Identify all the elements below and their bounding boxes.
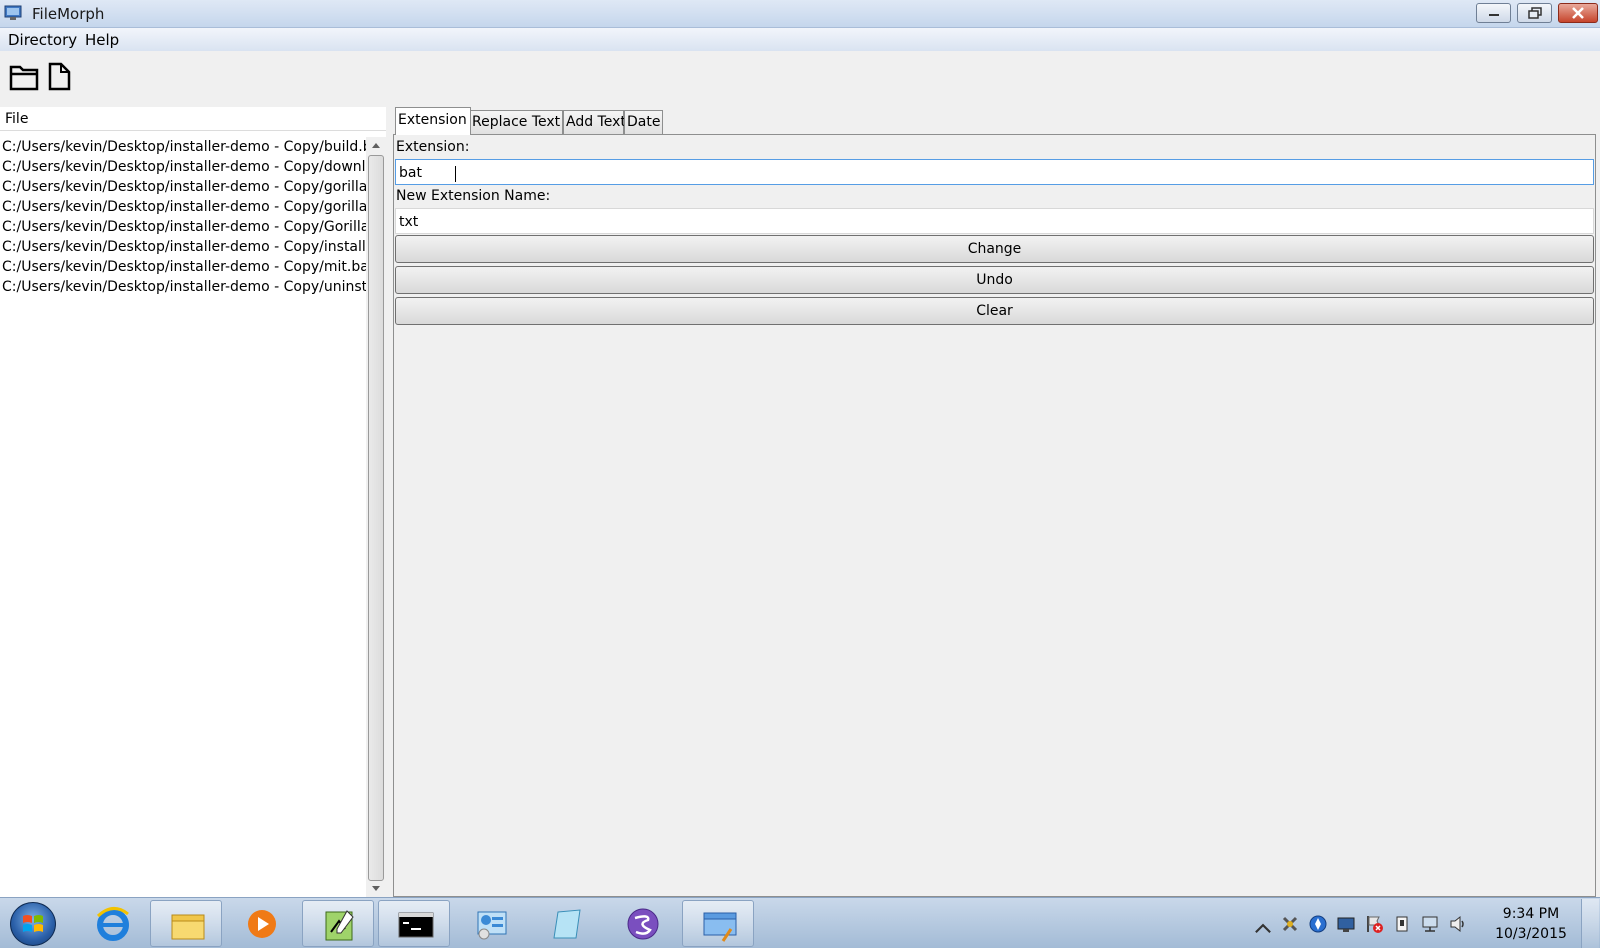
list-item[interactable]: C:/Users/kevin/Desktop/installer-demo - …: [0, 157, 366, 177]
scroll-up-icon[interactable]: [372, 143, 380, 148]
new-extension-label: New Extension Name:: [396, 188, 551, 204]
taskbar-notepad[interactable]: [530, 900, 602, 947]
menu-bar: Directory Help: [0, 28, 1600, 51]
undo-button[interactable]: Undo: [395, 266, 1594, 294]
menu-help[interactable]: Help: [85, 31, 119, 49]
scroll-down-icon[interactable]: [372, 886, 380, 891]
action-center-flag-icon[interactable]: [1364, 914, 1384, 934]
tray-usb-icon[interactable]: [1392, 914, 1412, 934]
taskbar-media-player[interactable]: [226, 900, 298, 947]
tab-replace-text[interactable]: Replace Text: [469, 110, 563, 134]
taskbar-notepad-plus[interactable]: [302, 900, 374, 947]
close-icon: [1572, 7, 1584, 19]
folder-icon: [171, 914, 205, 940]
tray-network-tool-icon[interactable]: [1280, 914, 1300, 934]
file-column-header[interactable]: File: [0, 107, 386, 131]
file-column-label: File: [5, 111, 29, 127]
tray-display-icon[interactable]: [1336, 914, 1356, 934]
taskbar-ie[interactable]: [76, 900, 148, 947]
show-hidden-icons-arrow[interactable]: [1253, 918, 1273, 938]
tray-compass-icon[interactable]: [1308, 914, 1328, 934]
new-extension-input[interactable]: txt: [395, 208, 1594, 234]
file-list: C:/Users/kevin/Desktop/installer-demo - …: [0, 137, 366, 897]
clear-button[interactable]: Clear: [395, 297, 1594, 325]
close-button[interactable]: [1558, 3, 1598, 23]
open-folder-button[interactable]: [8, 59, 42, 95]
notepad-icon: [553, 909, 581, 939]
extension-input[interactable]: bat: [395, 159, 1594, 185]
system-clock[interactable]: 9:34 PM 10/3/2015: [1486, 904, 1576, 944]
windows-logo-icon: [23, 915, 43, 932]
title-bar: FileMorph: [0, 0, 1600, 28]
file-icon: [48, 62, 71, 91]
scroll-thumb[interactable]: [368, 155, 384, 881]
new-extension-value: txt: [399, 214, 419, 230]
volume-icon[interactable]: [1448, 914, 1468, 934]
extension-tab-panel: Extension: bat New Extension Name: txt C…: [393, 134, 1596, 897]
tab-extension[interactable]: Extension: [395, 107, 471, 135]
list-item[interactable]: C:/Users/kevin/Desktop/installer-demo - …: [0, 177, 366, 197]
file-list-scrollbar[interactable]: [366, 137, 386, 897]
window-title: FileMorph: [32, 5, 105, 23]
minimize-icon: [1488, 14, 1499, 16]
restore-icon: [1527, 7, 1542, 19]
list-item[interactable]: C:/Users/kevin/Desktop/installer-demo - …: [0, 277, 366, 297]
taskbar-cmd[interactable]: [378, 900, 450, 947]
list-item[interactable]: C:/Users/kevin/Desktop/installer-demo - …: [0, 257, 366, 277]
control-panel-icon: [477, 911, 507, 940]
toolbar: [0, 51, 1600, 104]
list-item[interactable]: C:/Users/kevin/Desktop/installer-demo - …: [0, 137, 366, 157]
clock-time: 9:34 PM: [1502, 906, 1560, 922]
taskbar: 9:34 PM 10/3/2015: [0, 897, 1600, 948]
folder-open-icon: [9, 65, 39, 91]
app-icon: [4, 5, 22, 20]
emacs-icon: [627, 908, 659, 940]
start-button[interactable]: [10, 902, 56, 946]
tab-add-text[interactable]: Add Text: [563, 110, 626, 134]
open-file-button[interactable]: [45, 59, 79, 95]
restore-button[interactable]: [1517, 3, 1552, 23]
minimize-button[interactable]: [1476, 3, 1511, 23]
list-item[interactable]: C:/Users/kevin/Desktop/installer-demo - …: [0, 237, 366, 257]
taskbar-filemorph[interactable]: [682, 900, 754, 947]
list-item[interactable]: C:/Users/kevin/Desktop/installer-demo - …: [0, 217, 366, 237]
taskbar-emacs[interactable]: [606, 900, 678, 947]
taskbar-control-panel[interactable]: [454, 900, 526, 947]
change-button[interactable]: Change: [395, 235, 1594, 263]
filemorph-icon: [703, 912, 737, 942]
extension-label: Extension:: [396, 139, 470, 155]
text-caret: [455, 166, 456, 182]
clock-date: 10/3/2015: [1495, 926, 1567, 942]
media-player-icon: [248, 910, 276, 938]
extension-value: bat: [399, 165, 422, 181]
taskbar-explorer[interactable]: [150, 900, 222, 947]
menu-directory[interactable]: Directory: [8, 31, 77, 49]
network-icon[interactable]: [1420, 914, 1440, 934]
show-desktop-button[interactable]: [1581, 899, 1599, 948]
internet-explorer-icon: [96, 907, 129, 941]
file-list-panel: File C:/Users/kevin/Desktop/installer-de…: [0, 107, 386, 897]
command-prompt-icon: [398, 912, 434, 938]
notepad-plus-icon: [325, 910, 354, 941]
list-item[interactable]: C:/Users/kevin/Desktop/installer-demo - …: [0, 197, 366, 217]
tab-date[interactable]: Date: [624, 110, 663, 134]
